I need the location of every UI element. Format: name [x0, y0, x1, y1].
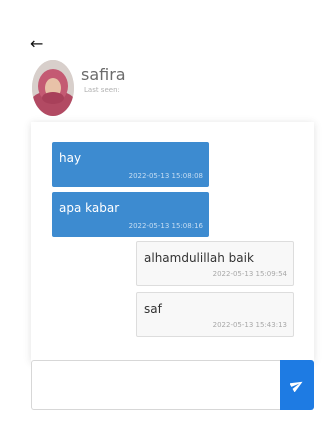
back-arrow-icon[interactable]: ←	[30, 34, 50, 54]
contact-header: safira Last seen:	[32, 58, 126, 118]
contact-name: safira	[81, 65, 126, 84]
last-seen-status: Last seen:	[84, 86, 120, 94]
avatar-photo-icon	[32, 60, 74, 116]
send-icon	[290, 381, 303, 392]
message-timestamp: 2022-05-13 15:08:08	[128, 172, 203, 180]
message-composer	[31, 360, 314, 410]
contact-info: safira Last seen:	[81, 65, 126, 95]
chat-screen: ← safira Last seen: hay 2022-05-13 15:08…	[0, 0, 326, 441]
message-bubble-sent[interactable]: apa kabar 2022-05-13 15:08:16	[52, 192, 209, 237]
message-timestamp: 2022-05-13 15:08:16	[128, 222, 203, 230]
message-bubble-received[interactable]: alhamdulillah baik 2022-05-13 15:09:54	[136, 241, 294, 286]
message-bubble-received[interactable]: saf 2022-05-13 15:43:13	[136, 292, 294, 337]
message-text: hay	[59, 151, 82, 165]
message-input[interactable]	[31, 360, 280, 410]
message-text: alhamdulillah baik	[144, 251, 254, 265]
message-text: apa kabar	[59, 201, 120, 215]
send-button[interactable]	[280, 360, 314, 410]
message-bubble-sent[interactable]: hay 2022-05-13 15:08:08	[52, 142, 209, 187]
message-list[interactable]: hay 2022-05-13 15:08:08 apa kabar 2022-0…	[31, 122, 314, 362]
message-timestamp: 2022-05-13 15:43:13	[212, 321, 287, 329]
message-timestamp: 2022-05-13 15:09:54	[212, 270, 287, 278]
avatar[interactable]	[32, 60, 74, 116]
message-text: saf	[144, 302, 162, 316]
